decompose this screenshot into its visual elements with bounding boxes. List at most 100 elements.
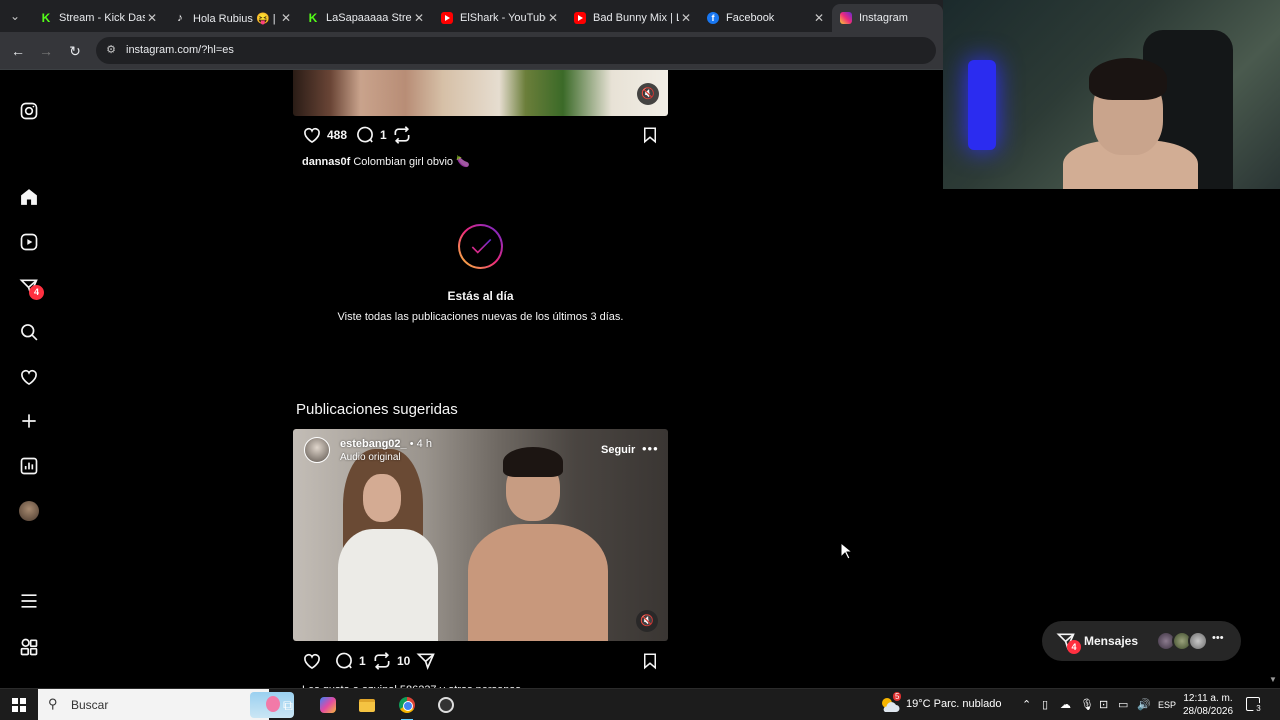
post-video-thumbnail[interactable]: 🔇 [293,70,668,116]
facebook-icon: f [707,12,719,24]
taskbar-search-box[interactable]: ⚲ Buscar [38,689,294,720]
repost-button[interactable]: 10 [372,651,410,671]
site-settings-icon[interactable]: ⚙ [104,43,118,57]
tab-instagram[interactable]: Instagram [832,4,943,32]
reels-icon[interactable] [18,231,40,253]
search-icon: ⚲ [48,696,58,711]
kick-icon: K [307,11,319,25]
reload-icon[interactable]: ↻ [65,41,85,61]
share-icon [416,653,435,670]
more-options-icon[interactable]: ••• [642,441,659,456]
tab-kick-stream-2[interactable]: K LaSapaaaaa Strea ✕ [299,4,432,32]
caption-username[interactable]: dannas0f [302,156,350,168]
video-person-face [363,474,401,522]
like-button[interactable]: 488 [302,125,347,145]
tab-search-chevron-icon[interactable]: ⌄ [6,8,24,24]
tab-title: Instagram [859,12,908,24]
weather-alert-badge: 5 [893,692,902,701]
tab-title: Hola Rubius 😝 | s [193,12,279,25]
audio-label[interactable]: Audio original [340,452,401,463]
more-apps-icon[interactable] [18,636,40,658]
url-field[interactable]: ⚙ instagram.com/?hl=es [96,37,936,64]
video-person-body [468,524,608,641]
save-button[interactable] [641,125,659,150]
obs-recording-icon[interactable] [434,694,458,716]
tray-device-icon[interactable]: ▯ [1042,698,1048,711]
volume-icon[interactable]: 🔊 [1137,698,1151,711]
muted-speaker-icon[interactable]: 🔇 [636,610,658,632]
tray-microphone-icon[interactable]: 🎙 [1080,698,1094,711]
task-view-icon[interactable]: ⧉ [276,694,300,716]
bookmark-icon [644,653,656,670]
tab-youtube-badbunny[interactable]: Bad Bunny Mix | L ✕ [566,4,699,32]
post-actions: 488 1 [302,125,662,147]
bookmark-icon [644,127,656,144]
file-explorer-icon[interactable] [355,694,379,716]
tray-cloud-icon[interactable]: ☁ [1060,698,1071,711]
dashboard-icon[interactable] [18,455,40,477]
comment-button[interactable]: 1 [355,125,387,145]
messages-floating-button[interactable]: 4 Mensajes ••• [1042,621,1241,661]
close-icon[interactable]: ✕ [546,11,560,25]
caption-text: Colombian girl obvio 🍆 [353,156,470,168]
youtube-icon [574,12,586,24]
chrome-taskbar-icon[interactable] [395,694,419,720]
home-icon[interactable] [18,186,40,208]
repost-icon [394,126,410,144]
language-indicator[interactable]: ESP [1158,700,1176,710]
author-line: estebang02_ • 4 h [340,438,432,450]
close-icon[interactable]: ✕ [812,11,826,25]
tray-display-icon[interactable]: ▭ [1118,698,1128,711]
comment-count: 1 [359,654,366,668]
tab-title: LaSapaaaaa Strea [326,12,412,24]
webcam-led-light [968,60,996,150]
tab-facebook[interactable]: f Facebook ✕ [699,4,832,32]
tray-chevron-up-icon[interactable]: ⌃ [1022,698,1031,711]
instagram-logo-icon[interactable] [18,100,40,122]
author-username[interactable]: estebang02_ [340,438,407,450]
tab-title: ElShark - YouTube [460,12,546,24]
tray-network-icon[interactable]: ⊡ [1099,698,1108,711]
post-caption: dannas0f Colombian girl obvio 🍆 [302,155,470,168]
back-arrow-icon[interactable]: ← [8,41,28,61]
muted-speaker-icon[interactable]: 🔇 [637,83,659,105]
scroll-down-arrow-icon[interactable]: ▼ [1269,675,1277,684]
comment-button[interactable]: 1 [334,651,366,671]
tab-tiktok[interactable]: ♪ Hola Rubius 😝 | s ✕ [166,4,299,32]
url-text[interactable]: instagram.com/?hl=es [126,44,234,56]
save-button[interactable] [641,651,659,676]
browser-tab-strip: ⌄ K Stream - Kick Das ✕ ♪ Hola Rubius 😝 … [0,0,943,32]
search-icon[interactable] [18,321,40,343]
close-icon[interactable]: ✕ [279,11,293,25]
forward-arrow-icon[interactable]: → [36,41,56,61]
tab-title: Stream - Kick Das [59,12,145,24]
suggested-post-video[interactable]: estebang02_ • 4 h Audio original Seguir … [293,429,668,641]
dot-separator: • [409,438,417,450]
repost-button[interactable] [392,125,417,145]
caught-up-subtitle: Viste todas las publicaciones nuevas de … [337,311,624,323]
search-placeholder: Buscar [71,698,109,712]
caught-up-title: Estás al día [447,289,514,303]
webcam-overlay [943,0,1280,189]
close-icon[interactable]: ✕ [679,11,693,25]
share-button[interactable] [416,651,441,671]
follow-button[interactable]: Seguir [601,444,635,456]
windows-start-icon[interactable] [12,698,26,712]
close-icon[interactable]: ✕ [145,11,159,25]
author-avatar[interactable] [304,437,330,463]
tab-kick-stream-1[interactable]: K Stream - Kick Das ✕ [32,4,165,32]
system-clock[interactable]: 12:11 a. m. 28/08/2026 [1180,692,1236,718]
menu-hamburger-icon[interactable] [18,590,40,612]
webcam-person-hair [1089,58,1167,100]
notification-count: 3 [1253,703,1264,714]
messages-label: Mensajes [1084,634,1139,648]
weather-text[interactable]: 19°C Parc. nublado [906,698,1002,710]
profile-avatar[interactable] [19,501,39,521]
copilot-icon[interactable] [316,694,340,716]
instagram-icon [840,12,852,24]
notifications-heart-icon[interactable] [18,366,40,388]
tab-youtube-elshark[interactable]: ElShark - YouTube ✕ [433,4,566,32]
like-button[interactable] [302,651,327,671]
close-icon[interactable]: ✕ [412,11,426,25]
create-plus-icon[interactable] [18,410,40,432]
